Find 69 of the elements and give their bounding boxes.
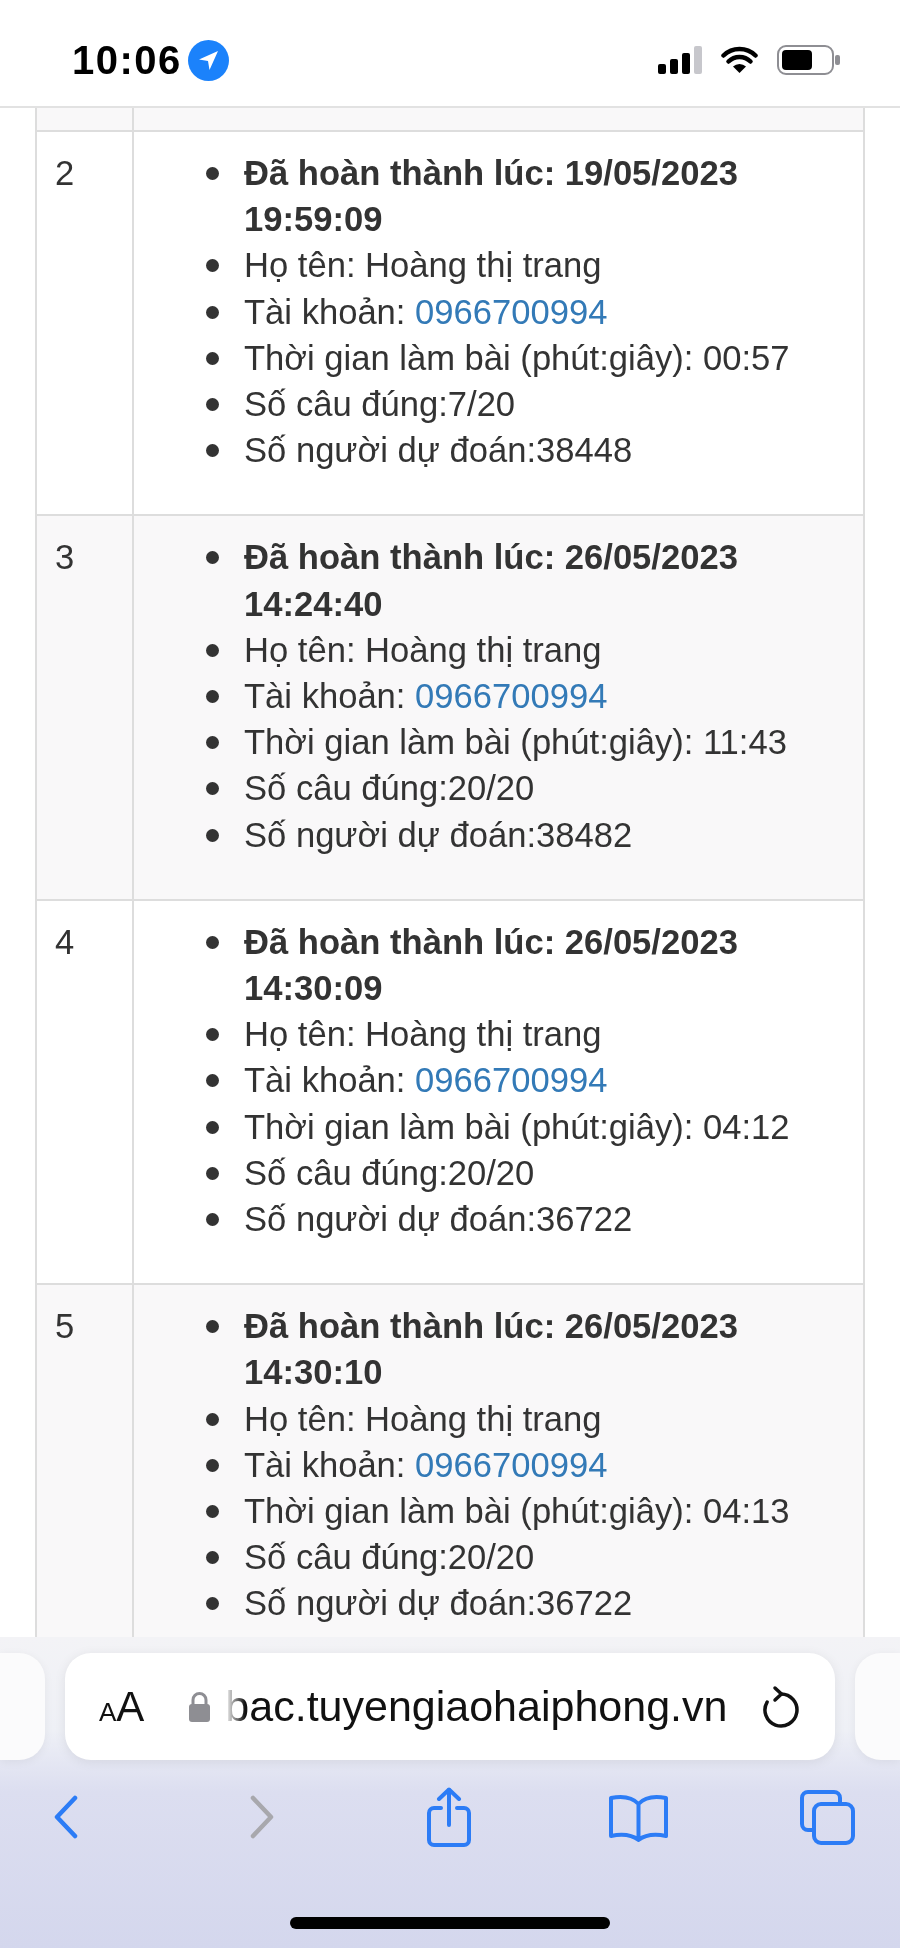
signal-icon bbox=[658, 46, 703, 74]
duration-text: Thời gian làm bài (phút:giây): 00:57 bbox=[244, 337, 790, 379]
bullet-icon bbox=[206, 1412, 219, 1426]
bullet-icon bbox=[206, 259, 219, 273]
bullet-icon bbox=[206, 1074, 219, 1088]
table-cell: 5 bbox=[37, 1285, 134, 1637]
url-text: bac.tuyengiaohaiphong.vn bbox=[225, 1680, 729, 1732]
completion-time-text: Đã hoàn thành lúc: 26/05/2023 14:24:40 bbox=[244, 537, 739, 625]
bullet-icon bbox=[206, 1458, 219, 1472]
full-name-text: Họ tên: Hoàng thị trang bbox=[244, 629, 602, 671]
full-name-text: Họ tên: Hoàng thị trang bbox=[244, 1014, 602, 1056]
bullet-icon bbox=[206, 351, 219, 365]
bullet-icon bbox=[206, 1597, 219, 1611]
account-link[interactable]: 0966700994 bbox=[415, 1061, 608, 1100]
battery-icon bbox=[777, 45, 840, 75]
prediction-count-text: Số người dự đoán:38482 bbox=[244, 814, 633, 856]
prediction-count-text: Số người dự đoán:38448 bbox=[244, 430, 633, 472]
full-name-text: Họ tên: Hoàng thị trang bbox=[244, 245, 602, 287]
correct-count-text: Số câu đúng:20/20 bbox=[244, 768, 535, 810]
bullet-icon bbox=[206, 398, 219, 411]
correct-count-text: Số câu đúng:20/20 bbox=[244, 1537, 535, 1579]
completion-time-text: Đã hoàn thành lúc: 26/05/2023 14:30:10 bbox=[244, 1306, 739, 1394]
bullet-icon bbox=[206, 167, 219, 180]
text-size-button[interactable]: AA bbox=[99, 1685, 145, 1728]
duration-text: Thời gian làm bài (phút:giây): 11:43 bbox=[244, 722, 787, 764]
bullet-icon bbox=[206, 305, 219, 319]
bullet-icon bbox=[206, 782, 219, 796]
account-text: Tài khoản: 0966700994 bbox=[244, 676, 608, 718]
tabs-button[interactable] bbox=[799, 1788, 856, 1846]
correct-count-text: Số câu đúng:20/20 bbox=[244, 1152, 535, 1194]
duration-text: Thời gian làm bài (phút:giây): 04:12 bbox=[244, 1106, 790, 1148]
account-link[interactable]: 0966700994 bbox=[415, 677, 608, 716]
bullet-icon bbox=[206, 1166, 219, 1180]
bullet-icon bbox=[206, 828, 219, 842]
share-button[interactable] bbox=[425, 1787, 473, 1847]
bullet-icon bbox=[206, 551, 219, 565]
account-text: Tài khoản: 0966700994 bbox=[244, 1444, 608, 1486]
completion-time-text: Đã hoàn thành lúc: 19/05/2023 19:59:09 bbox=[244, 153, 739, 241]
bullet-icon bbox=[206, 690, 219, 704]
bullet-icon bbox=[206, 643, 219, 657]
duration-text: Thời gian làm bài (phút:giây): 04:13 bbox=[244, 1491, 790, 1533]
account-text: Tài khoản: 0966700994 bbox=[244, 291, 608, 333]
table-cell: 3 bbox=[37, 516, 134, 899]
full-name-text: Họ tên: Hoàng thị trang bbox=[244, 1398, 602, 1440]
bullet-icon bbox=[206, 1213, 219, 1227]
bullet-icon bbox=[206, 935, 219, 949]
account-link[interactable]: 0966700994 bbox=[415, 292, 608, 331]
bullet-icon bbox=[206, 1551, 219, 1565]
lock-icon bbox=[188, 1691, 212, 1722]
status-time: 10:06 bbox=[72, 40, 182, 80]
bullet-icon bbox=[206, 1028, 219, 1042]
bullet-icon bbox=[206, 1120, 219, 1134]
bullet-icon bbox=[206, 1320, 219, 1334]
table-cell: 2 bbox=[37, 132, 134, 515]
reload-button[interactable] bbox=[761, 1683, 801, 1730]
bullet-icon bbox=[206, 736, 219, 750]
wifi-icon bbox=[721, 46, 758, 74]
account-text: Tài khoản: 0966700994 bbox=[244, 1060, 608, 1102]
bullet-icon bbox=[206, 1505, 219, 1519]
bullet-icon bbox=[206, 444, 219, 458]
table-cell: 4 bbox=[37, 900, 134, 1284]
bookmarks-button[interactable] bbox=[608, 1792, 669, 1842]
account-link[interactable]: 0966700994 bbox=[415, 1445, 608, 1484]
correct-count-text: Số câu đúng:7/20 bbox=[244, 384, 516, 425]
completion-time-text: Đã hoàn thành lúc: 26/05/2023 14:30:09 bbox=[244, 921, 739, 1010]
prediction-count-text: Số người dự đoán:36722 bbox=[244, 1199, 633, 1241]
back-button[interactable] bbox=[53, 1795, 79, 1839]
address-bar[interactable]: AA bac.tuyengiaohaiphong.vn bbox=[65, 1653, 835, 1760]
prediction-count-text: Số người dự đoán:36722 bbox=[244, 1583, 633, 1625]
